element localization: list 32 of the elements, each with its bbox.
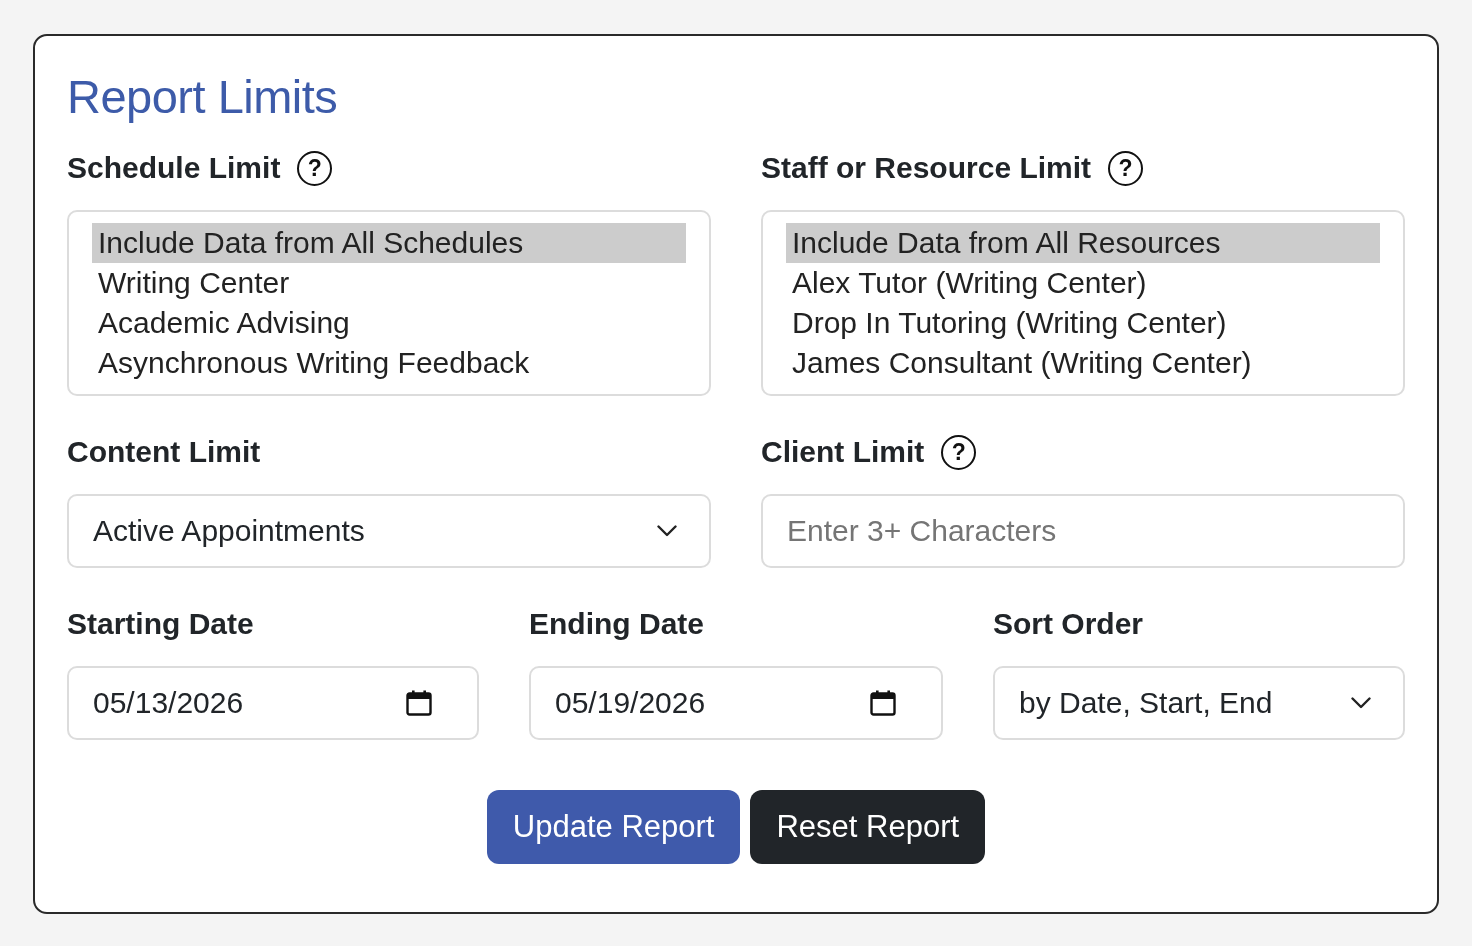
field-label: Schedule Limit xyxy=(67,150,281,186)
field-label: Content Limit xyxy=(67,434,261,470)
listbox-option[interactable]: Academic Advising xyxy=(92,303,686,343)
listbox-option[interactable]: Asynchronous Writing Feedback xyxy=(92,343,686,383)
help-icon[interactable]: ? xyxy=(297,150,333,186)
listbox-option[interactable]: James Consultant (Writing Center) xyxy=(786,343,1380,383)
reset-report-button[interactable]: Reset Report xyxy=(750,790,986,864)
chevron-down-icon xyxy=(657,525,677,537)
page-title: Report Limits xyxy=(67,69,339,125)
calendar-icon[interactable] xyxy=(406,690,432,716)
date-field[interactable]: 05/13/2026 xyxy=(67,666,479,740)
listbox[interactable]: Include Data from All Schedules Writing Center Academic Advising Asynchronous Writing Feedback xyxy=(67,210,711,396)
listbox-option[interactable]: Drop In Tutoring (Writing Center) xyxy=(786,303,1380,343)
dropdown-select[interactable]: Active Appointments xyxy=(67,494,711,568)
help-icon[interactable]: ? xyxy=(1108,150,1144,186)
field-label: Client Limit xyxy=(761,434,925,470)
listbox-option[interactable]: Include Data from All Schedules xyxy=(92,223,686,263)
listbox-option[interactable]: Include Data from All Resources xyxy=(786,223,1380,263)
help-icon[interactable]: ? xyxy=(941,434,977,470)
text-input-field[interactable]: Enter 3+ Characters xyxy=(761,494,1405,568)
field-label: Sort Order xyxy=(993,606,1144,642)
dropdown-select[interactable]: by Date, Start, End xyxy=(993,666,1405,740)
listbox-option[interactable]: Alex Tutor (Writing Center) xyxy=(786,263,1380,303)
listbox[interactable]: Include Data from All Resources Alex Tutor (Writing Center) Drop In Tutoring (Writing Center) James Consultant (Writing Center) xyxy=(761,210,1405,396)
calendar-icon[interactable] xyxy=(870,690,896,716)
update-report-button[interactable]: Update Report xyxy=(486,790,741,864)
field-label: Staff or Resource Limit xyxy=(761,150,1092,186)
field-label: Starting Date xyxy=(67,606,254,642)
field-label: Ending Date xyxy=(529,606,704,642)
date-field[interactable]: 05/19/2026 xyxy=(529,666,943,740)
listbox-option[interactable]: Writing Center xyxy=(92,263,686,303)
chevron-down-icon xyxy=(1351,697,1371,709)
